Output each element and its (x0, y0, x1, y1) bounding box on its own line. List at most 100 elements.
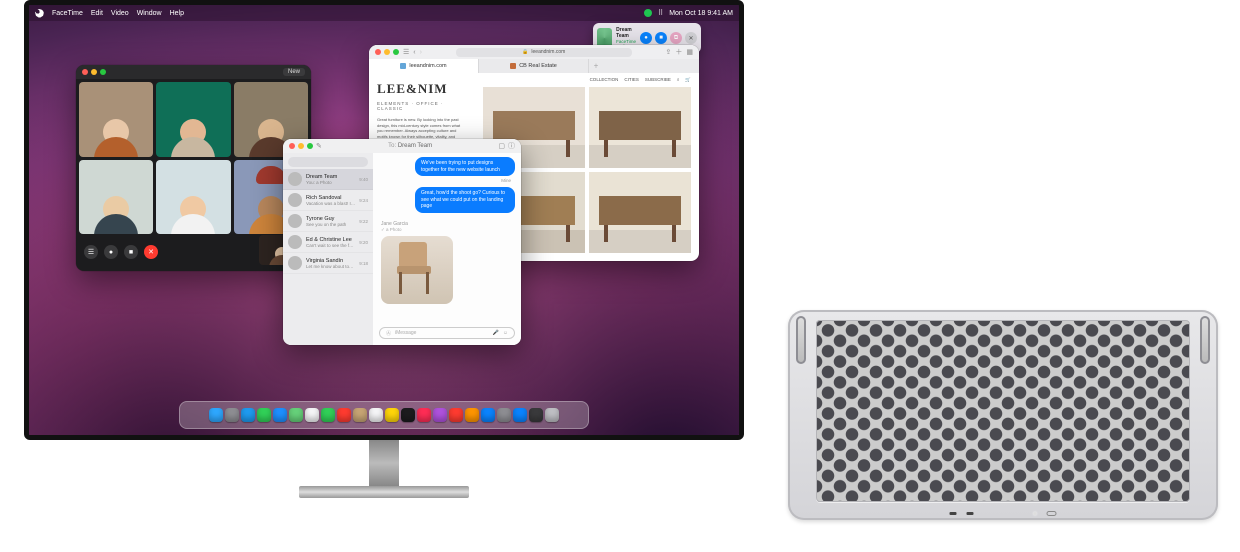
zoom-icon[interactable] (100, 69, 106, 75)
info-icon[interactable]: ⓘ (508, 141, 515, 151)
tab[interactable]: CB Real Estate (479, 59, 589, 73)
new-facetime-button[interactable]: New (283, 68, 305, 76)
tab-active[interactable]: leeandnim.com (369, 59, 479, 73)
camera-toggle-icon[interactable]: ■ (124, 245, 138, 259)
tabs-icon[interactable]: ▦ (686, 48, 693, 56)
gallery-image[interactable] (589, 172, 691, 253)
minimize-icon[interactable] (298, 143, 304, 149)
nav-link[interactable]: SUBSCRIBE (645, 77, 671, 83)
menubar-clock[interactable]: Mon Oct 18 9:41 AM (669, 10, 733, 17)
messages-window[interactable]: ✎ To: Dream Team ▢ ⓘ Dream TeamYou: a Ph… (283, 139, 521, 345)
plus-icon[interactable]: ＋ (589, 59, 603, 73)
menubar-item[interactable]: Video (111, 10, 129, 17)
back-icon[interactable]: ‹ (413, 49, 415, 56)
compose-icon[interactable]: ✎ (316, 142, 322, 150)
share-icon[interactable]: ⇪ (666, 48, 672, 56)
participant-tile[interactable] (79, 82, 153, 157)
dock-trash-icon[interactable] (545, 408, 559, 422)
conversation-item[interactable]: Rich SandovalVacation was a blast! I thi… (283, 190, 373, 211)
facetime-status-icon[interactable] (644, 9, 652, 17)
apps-icon[interactable]: Ⓐ (386, 330, 391, 337)
dictation-icon[interactable]: 🎤 (493, 330, 499, 336)
forward-icon[interactable]: › (420, 49, 422, 56)
control-center-icon[interactable]: ⠿ (658, 9, 663, 17)
message-bubble: We've been trying to put designs togethe… (415, 157, 515, 176)
address-bar[interactable]: 🔒 leeandnim.com (456, 48, 632, 57)
dock-settings-icon[interactable] (497, 408, 511, 422)
close-icon[interactable] (375, 49, 381, 55)
nav-link[interactable]: CITIES (624, 77, 639, 83)
avatar (288, 193, 302, 207)
photo-attachment[interactable] (381, 236, 453, 304)
facetime-grid (76, 79, 311, 237)
dock-books-icon[interactable] (465, 408, 479, 422)
dock-keynote-icon[interactable] (513, 408, 527, 422)
conversation-time: 9:18 (359, 261, 368, 266)
apple-menu-icon[interactable] (35, 9, 44, 18)
minimize-icon[interactable] (91, 69, 97, 75)
power-button-icon[interactable] (1047, 511, 1057, 516)
dock-finder-icon[interactable] (209, 408, 223, 422)
dock-mail-icon[interactable] (273, 408, 287, 422)
dock-music-icon[interactable] (417, 408, 431, 422)
shareplay-icon[interactable]: ⧉ (670, 32, 682, 44)
nav-link[interactable]: COLLECTION (590, 77, 619, 83)
page-nav: COLLECTION CITIES SUBSCRIBE ⌕ 🛒 (475, 73, 699, 87)
zoom-icon[interactable] (307, 143, 313, 149)
sidebar-icon[interactable]: ☰ (403, 48, 409, 56)
conversation-preview: See you on the path (306, 222, 346, 227)
video-icon[interactable]: ■ (655, 32, 667, 44)
dock-messages-icon[interactable] (257, 408, 271, 422)
dock-calendar-icon[interactable] (337, 408, 351, 422)
conversation-item[interactable]: Virginia SandínLet me know about tonight… (283, 253, 373, 274)
window-controls[interactable] (375, 49, 399, 55)
dock-safari-icon[interactable] (241, 408, 255, 422)
cart-icon[interactable]: 🛒 (685, 77, 691, 83)
facetime-window[interactable]: New ☰ ● ■ ✕ (76, 65, 311, 271)
window-controls[interactable] (289, 143, 313, 149)
menubar-item[interactable]: Help (170, 10, 184, 17)
dock-podcasts-icon[interactable] (433, 408, 447, 422)
dock-contacts-icon[interactable] (353, 408, 367, 422)
message-input[interactable]: Ⓐ iMessage 🎤 ☺ (379, 327, 515, 339)
dock-news-icon[interactable] (449, 408, 463, 422)
dock-launchpad-icon[interactable] (225, 408, 239, 422)
gallery-image[interactable] (589, 87, 691, 168)
page-breadcrumbs: ELEMENTS · OFFICE · CLASSIC (377, 101, 467, 111)
video-call-icon[interactable]: ▢ (498, 142, 505, 150)
thunderbolt-port-icon (950, 512, 957, 515)
conversation-item[interactable]: Dream TeamYou: a Photo9:40 (283, 169, 373, 190)
participant-tile[interactable] (156, 160, 230, 235)
dock-notes-icon[interactable] (385, 408, 399, 422)
search-icon[interactable]: ⌕ (677, 77, 680, 83)
mute-icon[interactable]: ● (104, 245, 118, 259)
close-icon[interactable] (289, 143, 295, 149)
conversation-item[interactable]: Ed & Christine LeeCan't wait to see the … (283, 232, 373, 253)
handle-icon (796, 316, 806, 364)
zoom-icon[interactable] (393, 49, 399, 55)
menubar-app-name[interactable]: FaceTime (52, 10, 83, 17)
emoji-icon[interactable]: ☺ (503, 330, 508, 336)
menubar-item[interactable]: Window (137, 10, 162, 17)
participant-tile[interactable] (156, 82, 230, 157)
sidebar-toggle-icon[interactable]: ☰ (84, 245, 98, 259)
conversation-preview: Can't wait to see the family! (306, 243, 355, 248)
dock-maps-icon[interactable] (289, 408, 303, 422)
dock-appstore-icon[interactable] (481, 408, 495, 422)
dock-downloads-icon[interactable] (529, 408, 543, 422)
window-controls[interactable] (82, 69, 106, 75)
mic-icon[interactable]: ● (640, 32, 652, 44)
end-call-icon[interactable]: ✕ (144, 245, 158, 259)
dock-reminders-icon[interactable] (369, 408, 383, 422)
dock-tv-icon[interactable] (401, 408, 415, 422)
search-input[interactable] (288, 157, 368, 167)
close-icon[interactable] (82, 69, 88, 75)
new-tab-icon[interactable]: ＋ (675, 47, 682, 57)
leave-icon[interactable]: ✕ (685, 32, 697, 44)
dock-photos-icon[interactable] (305, 408, 319, 422)
dock-facetime-icon[interactable] (321, 408, 335, 422)
participant-tile[interactable] (79, 160, 153, 235)
minimize-icon[interactable] (384, 49, 390, 55)
conversation-item[interactable]: Tyrone GuySee you on the path9:22 (283, 211, 373, 232)
menubar-item[interactable]: Edit (91, 10, 103, 17)
